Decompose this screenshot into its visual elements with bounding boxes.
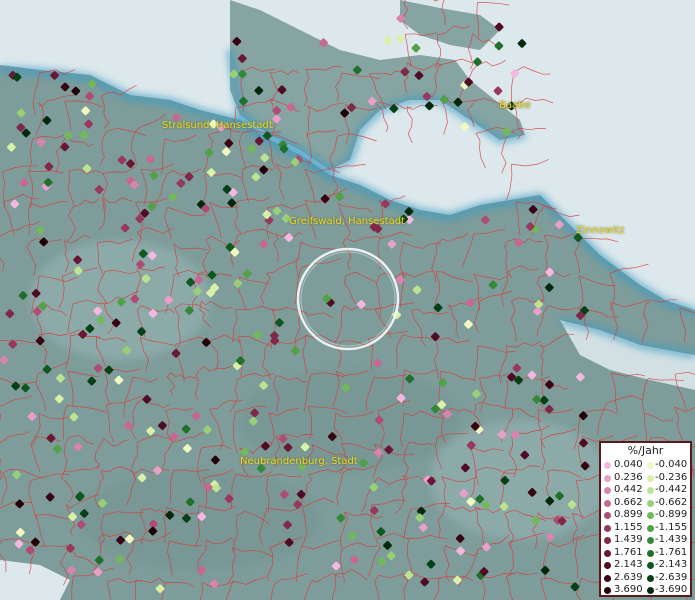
legend-value: -3.690 [655,584,688,595]
place-label-neubrandenburg: Neubrandenburg, Stadt [240,456,358,467]
legend-swatch [604,499,611,507]
legend-swatch [647,537,654,544]
legend-value: -1.439 [655,534,688,545]
legend-swatch [604,487,611,494]
legend-value: 0.662 [614,496,643,508]
legend-row: 1.155 -1.155 [603,522,693,534]
legend-value: 2.143 [614,559,643,570]
legend-value: -2.143 [655,559,688,570]
legend-swatch [604,524,611,532]
legend-value: 0.040 [614,459,643,470]
legend-swatch [647,549,654,557]
place-label-stralsund: Stralsund, Hansestadt [162,120,273,131]
legend-swatch [647,499,654,507]
legend-swatch [604,587,611,594]
legend-row: 1.761 -1.761 [603,547,693,559]
legend-row: 3.690 -3.690 [603,584,693,596]
legend-swatch [604,474,611,482]
legend-swatch [604,462,611,469]
legend-value: -2.639 [655,571,688,583]
legend-swatch [647,524,654,532]
legend-value: 2.639 [614,571,643,583]
legend-row: 0.899 -0.899 [603,509,693,521]
legend-swatch [647,512,654,519]
legend-value: -1.761 [655,546,688,558]
legend-row: 2.639 -2.639 [603,572,693,584]
legend-value: -0.899 [655,509,688,520]
legend-value: 1.155 [614,521,643,533]
map-canvas[interactable] [0,0,695,600]
legend-value: 0.236 [614,471,643,483]
legend-row: 1.439 -1.439 [603,534,693,546]
legend-value: -0.662 [655,496,688,508]
place-label-zinnowitz: Zinnowitz [576,225,625,236]
legend-swatch [604,562,611,569]
legend-value: -0.040 [655,459,688,470]
legend-swatch [647,574,654,582]
legend-value: -0.236 [655,471,688,483]
legend-row: 0.442 -0.442 [603,484,693,496]
legend-swatch [647,562,654,569]
legend-value: 0.899 [614,509,643,520]
legend-value: 0.442 [614,484,643,495]
legend-swatch [647,474,654,482]
legend-swatch [647,462,654,469]
legend-row: 0.040 -0.040 [603,459,693,471]
legend-swatch [647,587,654,594]
legend-swatch [604,574,611,582]
legend-title: %/Jahr [627,444,664,457]
legend-row: 0.236 -0.236 [603,472,693,484]
legend-swatch [604,512,611,519]
legend-value: 3.690 [614,584,643,595]
legend-value: 1.439 [614,534,643,545]
legend-value: 1.761 [614,546,643,558]
legend-value: -0.442 [655,484,688,495]
legend-row: 0.662 -0.662 [603,497,693,509]
legend-value: -1.155 [655,521,688,533]
legend-row: 2.143 -2.143 [603,559,693,571]
legend-swatch [604,537,611,544]
place-label-greifswald: Greifswald, Hansestadt [289,216,405,227]
legend-swatch [647,487,654,494]
place-label-baabe: Baabe [499,100,531,111]
legend-swatch [604,549,611,557]
legend: %/Jahr 0.040 -0.040 0.236 -0.236 0.442 -0.442… [599,441,692,597]
